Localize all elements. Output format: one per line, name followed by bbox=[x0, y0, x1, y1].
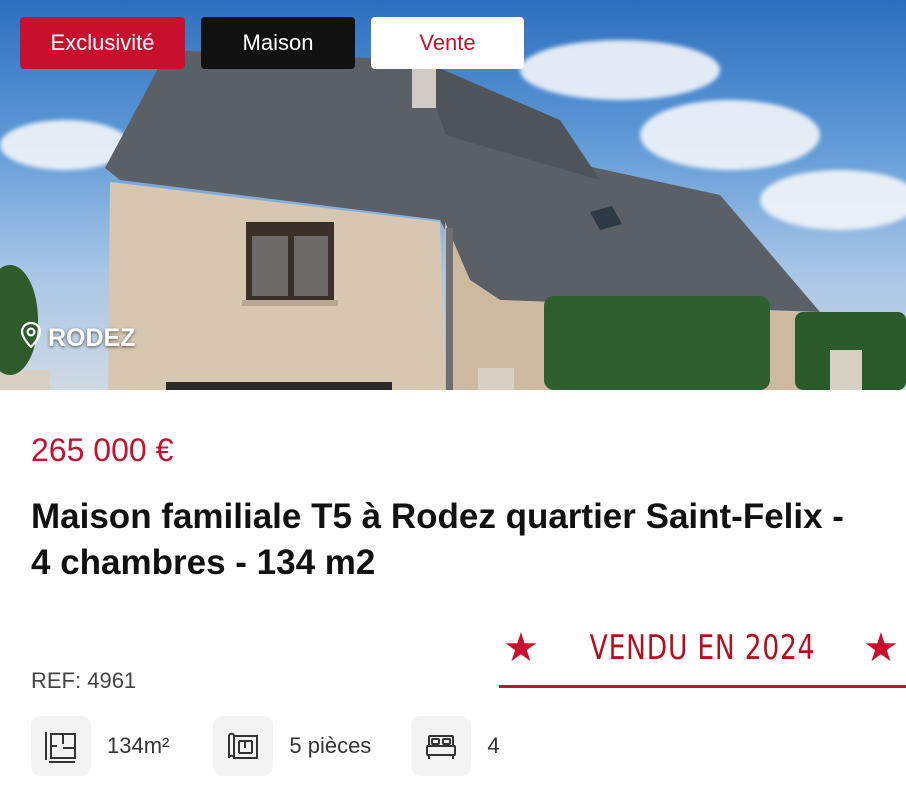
blueprint-icon bbox=[213, 716, 274, 776]
bedrooms-value: 4 bbox=[487, 733, 500, 758]
sold-banner: ★ VENDU EN 2024 ★ bbox=[499, 620, 906, 688]
feature-bedrooms: 4 bbox=[411, 716, 500, 776]
star-icon: ★ bbox=[863, 626, 899, 670]
listing-title[interactable]: Maison familiale T5 à Rodez quartier Sai… bbox=[31, 494, 861, 586]
feature-rooms: 5 pièces bbox=[213, 716, 371, 776]
transaction-badge[interactable]: Vente bbox=[371, 17, 524, 69]
exclusive-badge[interactable]: Exclusivité bbox=[20, 17, 185, 69]
sold-label: VENDU EN 2024 bbox=[589, 628, 816, 668]
price: 265 000 € bbox=[31, 432, 174, 468]
floor-plan-icon bbox=[31, 716, 91, 776]
property-type-badge[interactable]: Maison bbox=[201, 17, 355, 69]
feature-surface: 134m² bbox=[31, 716, 169, 776]
reference: REF: 4961 bbox=[31, 668, 137, 693]
property-photo[interactable]: Exclusivité Maison Vente RODEZ bbox=[0, 0, 906, 390]
badge-group: Exclusivité Maison Vente bbox=[20, 17, 524, 69]
rooms-value: 5 pièces bbox=[289, 733, 372, 758]
features-row: 134m² 5 pièces 4 bbox=[31, 716, 500, 776]
location-label: RODEZ bbox=[48, 324, 136, 352]
map-pin-icon bbox=[20, 321, 42, 355]
location: RODEZ bbox=[20, 321, 136, 355]
bed-icon bbox=[411, 716, 472, 776]
star-icon: ★ bbox=[503, 626, 539, 670]
surface-value: 134m² bbox=[107, 733, 170, 758]
